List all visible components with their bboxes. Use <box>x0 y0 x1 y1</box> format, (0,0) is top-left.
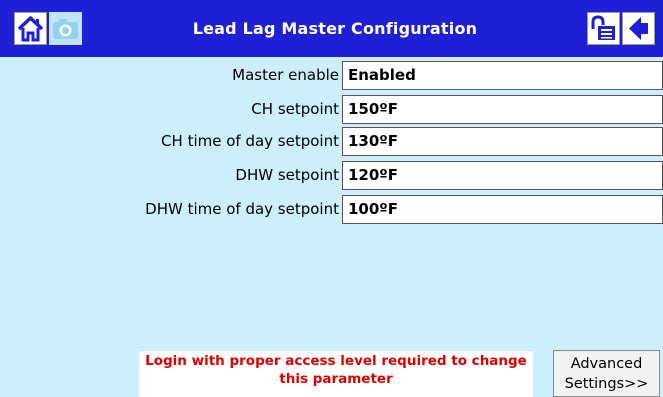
settings-row-dhw-setpoint: DHW setpoint 120ºF <box>0 161 663 190</box>
back-arrow-icon <box>629 17 648 40</box>
access-warning-message: Login with proper access level required … <box>139 351 533 397</box>
advanced-button-line-1: Advanced <box>570 356 643 372</box>
setting-value-field[interactable]: 130ºF <box>342 127 663 156</box>
setting-value-field[interactable]: Enabled <box>342 61 663 90</box>
settings-row-master-enable: Master enable Enabled <box>0 61 663 90</box>
home-icon <box>17 16 44 42</box>
setting-label: DHW setpoint <box>235 166 339 184</box>
camera-icon <box>53 19 78 39</box>
camera-button[interactable] <box>49 12 82 45</box>
settings-row-dhw-time-of-day-setpoint: DHW time of day setpoint 100ºF <box>0 195 663 224</box>
setting-label: DHW time of day setpoint <box>145 200 339 218</box>
advanced-settings-button[interactable]: Advanced Settings>> <box>553 350 660 397</box>
header-bar: Lead Lag Master Configuration <box>0 0 663 57</box>
page-title: Lead Lag Master Configuration <box>192 19 478 38</box>
setting-value-field[interactable]: 120ºF <box>342 161 663 190</box>
setting-label: CH setpoint <box>251 100 339 118</box>
setting-value-field[interactable]: 150ºF <box>342 95 663 124</box>
setting-value-field[interactable]: 100ºF <box>342 195 663 224</box>
advanced-button-line-2: Settings>> <box>564 376 649 392</box>
settings-row-ch-setpoint: CH setpoint 150ºF <box>0 95 663 124</box>
setting-label: Master enable <box>232 66 339 84</box>
back-button[interactable] <box>622 12 655 45</box>
warning-line-1: Login with proper access level required … <box>145 353 527 369</box>
lock-icon <box>591 15 615 40</box>
lock-button[interactable] <box>587 12 620 45</box>
setting-label: CH time of day setpoint <box>161 132 339 150</box>
settings-row-ch-time-of-day-setpoint: CH time of day setpoint 130ºF <box>0 127 663 156</box>
home-button[interactable] <box>14 12 47 45</box>
warning-line-2: this parameter <box>279 371 393 387</box>
